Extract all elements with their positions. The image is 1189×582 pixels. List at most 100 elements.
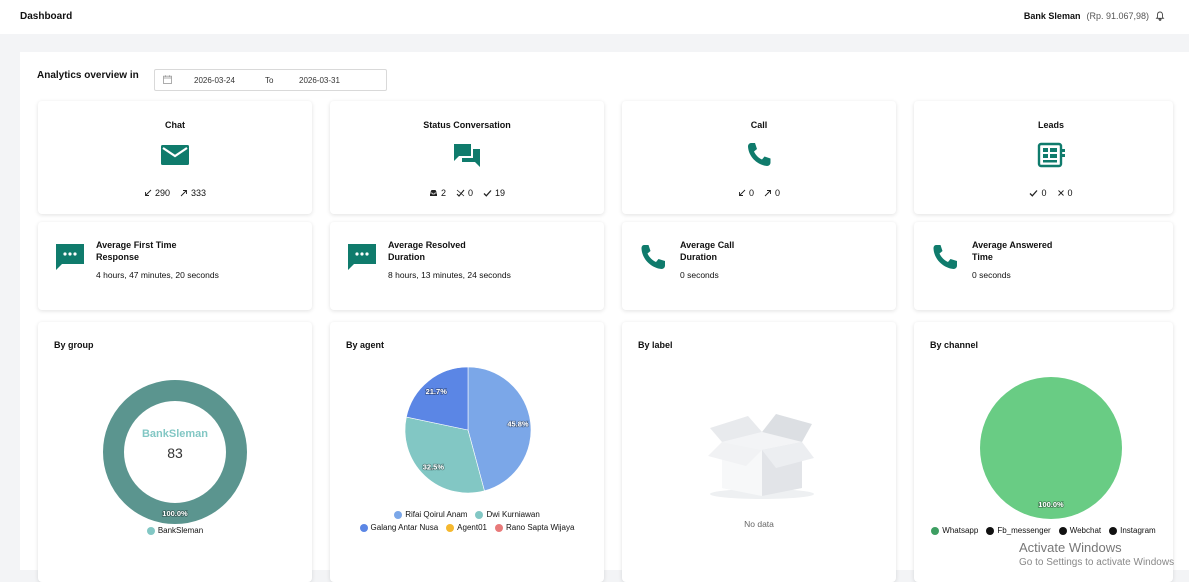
donut-center-label: BankSleman bbox=[142, 428, 208, 440]
legend-swatch bbox=[359, 523, 368, 532]
by-group-legend: BankSleman bbox=[38, 526, 312, 535]
legend-item[interactable]: Whatsapp bbox=[931, 526, 978, 535]
slice-percent-label: 45.8% bbox=[507, 419, 529, 428]
avg-answered-value: 0 seconds bbox=[972, 270, 1011, 280]
account-name[interactable]: Bank Sleman bbox=[1024, 11, 1081, 21]
avg-first-response-title: Average First Time Response bbox=[96, 239, 216, 263]
call-stats: 0 0 bbox=[622, 188, 896, 198]
donut-center-value: 83 bbox=[167, 445, 183, 461]
legend-item[interactable]: Rano Sapta Wijaya bbox=[494, 523, 575, 532]
date-range-picker[interactable]: 2026-03-24 To 2026-03-31 bbox=[154, 69, 387, 91]
legend-item[interactable]: Rifai Qoirul Anam bbox=[394, 510, 467, 519]
leads-won: 0 bbox=[1029, 188, 1047, 198]
empty-box-icon bbox=[708, 414, 814, 499]
arrow-up-right-icon bbox=[764, 190, 771, 197]
legend-item[interactable]: BankSleman bbox=[146, 526, 203, 535]
status-card-title: Status Conversation bbox=[423, 120, 511, 130]
slice-percent-label: 21.7% bbox=[426, 387, 448, 396]
by-label-card: By label No data bbox=[622, 322, 896, 582]
leads-lost-count: 0 bbox=[1067, 188, 1073, 198]
phone-icon bbox=[748, 143, 771, 166]
unresolved-icon bbox=[456, 189, 465, 197]
call-card: Call 0 0 bbox=[622, 101, 896, 214]
status-conversation-card: Status Conversation 2 0 19 bbox=[330, 101, 604, 214]
by-channel-legend: Whatsapp Fb_messenger Webchat Instagram bbox=[914, 526, 1173, 535]
by-group-donut-chart: BankSleman 83 100.0% bbox=[103, 380, 247, 524]
status-inbox: 2 bbox=[429, 188, 446, 198]
leads-board-icon bbox=[1037, 142, 1065, 168]
top-bar: Dashboard Bank Sleman (Rp. 91.067,98) bbox=[0, 0, 1189, 34]
legend-label: Agent01 bbox=[457, 523, 487, 532]
avg-call-duration-card: Average Call Duration 0 seconds bbox=[622, 222, 896, 310]
arrow-up-right-icon bbox=[180, 190, 187, 197]
phone-icon bbox=[641, 245, 665, 269]
by-agent-title: By agent bbox=[346, 340, 385, 350]
slice-percent-label: 32.5% bbox=[423, 463, 445, 472]
legend-item[interactable]: Instagram bbox=[1109, 526, 1156, 535]
legend-swatch bbox=[394, 510, 403, 519]
chat-bubbles-icon bbox=[454, 144, 480, 167]
by-group-title: By group bbox=[54, 340, 94, 350]
legend-item[interactable]: Webchat bbox=[1058, 526, 1102, 535]
avg-first-response-value: 4 hours, 47 minutes, 20 seconds bbox=[96, 270, 219, 280]
bell-icon[interactable] bbox=[1155, 11, 1165, 21]
avg-resolved-value: 8 hours, 13 minutes, 24 seconds bbox=[388, 270, 511, 280]
legend-label: Webchat bbox=[1069, 526, 1102, 535]
start-date-input[interactable]: 2026-03-24 bbox=[194, 76, 235, 85]
account-info: Bank Sleman (Rp. 91.067,98) bbox=[1024, 11, 1165, 21]
avg-resolved-title: Average Resolved Duration bbox=[388, 239, 508, 263]
call-outgoing-count: 0 bbox=[775, 188, 781, 198]
pie-slice[interactable] bbox=[980, 377, 1122, 519]
title-line: Average Call bbox=[680, 240, 735, 250]
legend-label: Dwi Kurniawan bbox=[486, 510, 540, 519]
check-icon bbox=[483, 190, 492, 197]
by-agent-pie-chart: 45.8% 32.5% 21.7% bbox=[404, 366, 532, 494]
call-card-title: Call bbox=[750, 120, 768, 130]
legend-swatch bbox=[446, 523, 455, 532]
legend-swatch bbox=[475, 510, 484, 519]
status-unresolved-count: 0 bbox=[467, 188, 473, 198]
title-line: Duration bbox=[680, 252, 717, 262]
arrow-down-left-icon bbox=[145, 189, 152, 196]
calendar-icon bbox=[163, 75, 172, 84]
by-channel-pie-chart: 100.0% bbox=[980, 377, 1122, 519]
legend-swatch bbox=[986, 526, 995, 535]
close-icon bbox=[1057, 190, 1064, 196]
legend-item[interactable]: Dwi Kurniawan bbox=[475, 510, 540, 519]
by-label-title: By label bbox=[638, 340, 673, 350]
legend-label: Rifai Qoirul Anam bbox=[405, 510, 468, 519]
call-outgoing: 0 bbox=[764, 188, 780, 198]
avg-resolved-card: Average Resolved Duration 8 hours, 13 mi… bbox=[330, 222, 604, 310]
legend-item[interactable]: Fb_messenger bbox=[986, 526, 1051, 535]
page-title: Dashboard bbox=[20, 11, 73, 22]
mail-icon bbox=[161, 145, 189, 165]
legend-label: Fb_messenger bbox=[997, 526, 1051, 535]
chat-outgoing-count: 333 bbox=[191, 188, 207, 198]
title-line: Time bbox=[972, 252, 993, 262]
call-incoming-count: 0 bbox=[748, 188, 754, 198]
legend-swatch bbox=[1109, 526, 1118, 535]
account-balance: (Rp. 91.067,98) bbox=[1086, 11, 1149, 21]
status-inbox-count: 2 bbox=[440, 188, 446, 198]
message-icon bbox=[56, 244, 84, 270]
by-agent-card: By agent 45.8% 32.5% 21.7% Rifai Qoirul An… bbox=[330, 322, 604, 582]
legend-label: Whatsapp bbox=[942, 526, 979, 535]
status-stats: 2 0 19 bbox=[330, 188, 604, 198]
legend-swatch bbox=[931, 526, 940, 535]
title-line: Duration bbox=[388, 252, 425, 262]
legend-swatch bbox=[1058, 526, 1067, 535]
chat-card-title: Chat bbox=[165, 120, 185, 130]
check-icon bbox=[1030, 190, 1038, 197]
activate-windows-hint: Go to Settings to activate Windows bbox=[1019, 557, 1175, 568]
end-date-input[interactable]: 2026-03-31 bbox=[299, 76, 340, 85]
legend-item[interactable]: Galang Antar Nusa bbox=[359, 523, 438, 532]
chat-outgoing: 333 bbox=[180, 188, 206, 198]
legend-item[interactable]: Agent01 bbox=[446, 523, 487, 532]
legend-label: Rano Sapta Wijaya bbox=[505, 523, 575, 532]
date-range-separator: To bbox=[265, 76, 274, 85]
title-line: Average First Time bbox=[96, 240, 177, 250]
inbox-icon bbox=[429, 190, 437, 196]
by-channel-title: By channel bbox=[930, 340, 979, 350]
no-data-text: No data bbox=[744, 519, 774, 529]
avg-call-duration-title: Average Call Duration bbox=[680, 239, 800, 263]
